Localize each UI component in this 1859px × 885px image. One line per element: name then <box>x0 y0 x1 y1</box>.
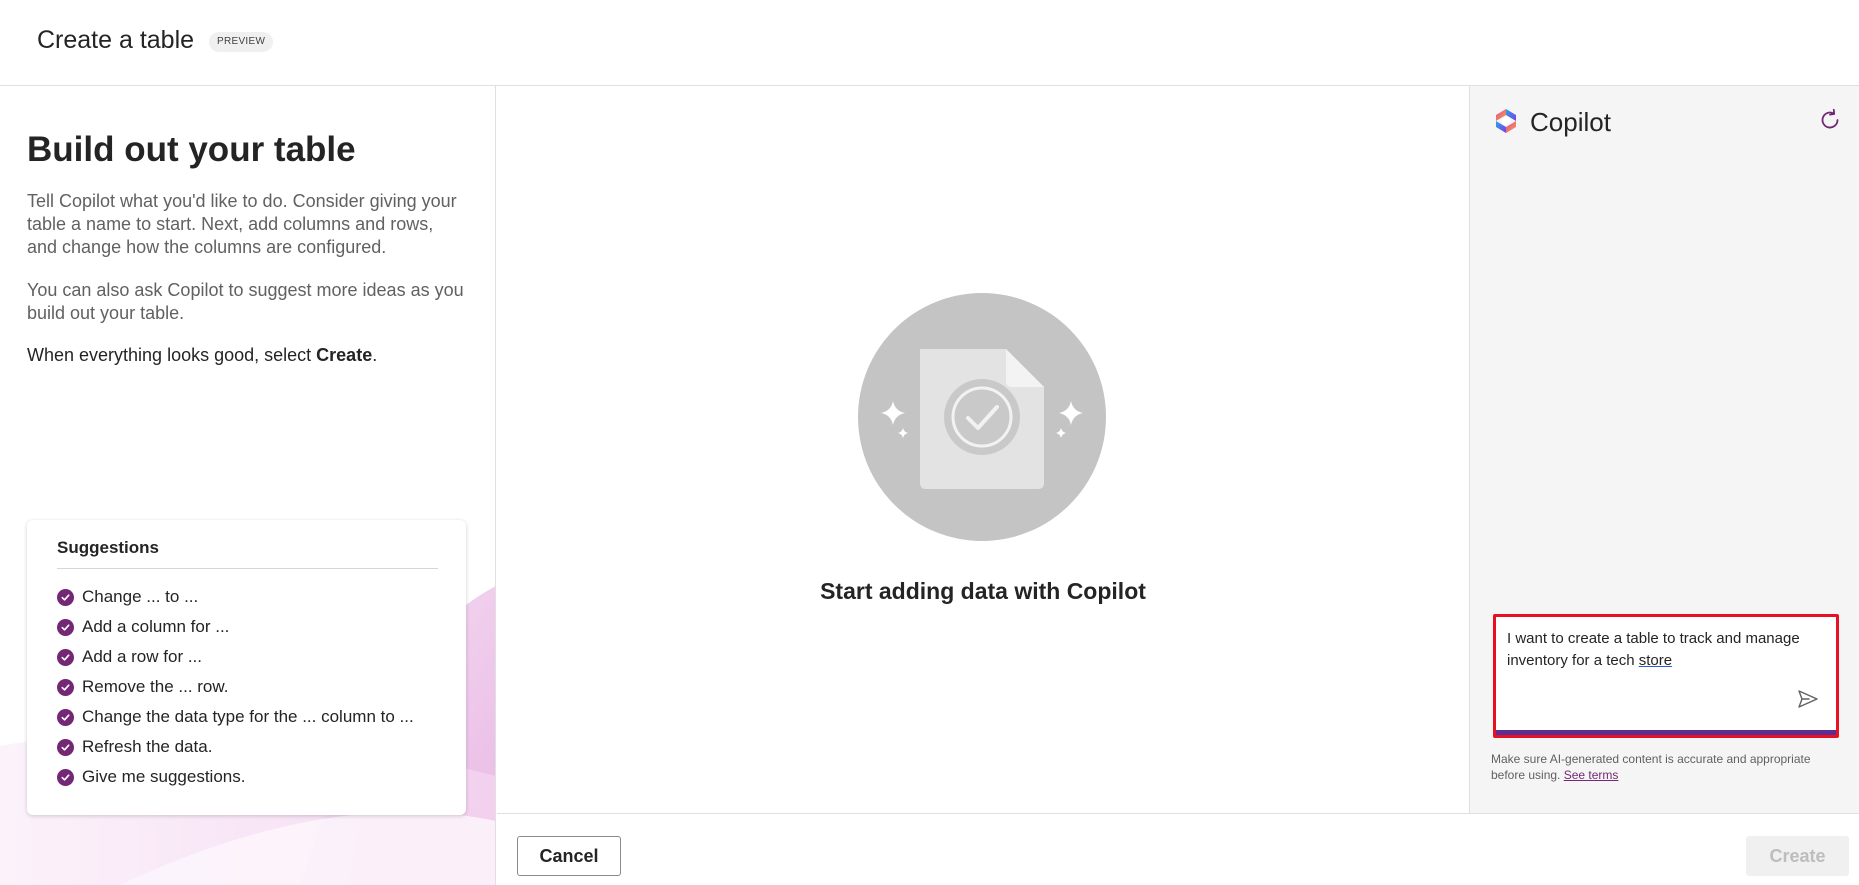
suggestion-label: Change ... to ... <box>82 587 199 606</box>
checkmark-circle-icon <box>57 618 74 636</box>
suggestion-label: Change the data type for the ... column … <box>82 707 414 726</box>
chat-input-text[interactable]: I want to create a table to track and ma… <box>1507 628 1827 672</box>
suggestion-label: Remove the ... row. <box>82 677 229 696</box>
input-focus-bar <box>1496 730 1836 735</box>
suggestion-label: Add a column for ... <box>82 617 230 636</box>
suggestion-item[interactable]: Change the data type for the ... column … <box>57 702 414 732</box>
copilot-pane: Copilot I want to create a table to trac… <box>1469 86 1859 813</box>
chat-input-text-flagged-word: store <box>1638 652 1673 669</box>
preview-badge: PREVIEW <box>209 32 274 52</box>
create-instruction-text: When everything looks good, select <box>27 345 317 365</box>
page-title: Create a table <box>37 26 195 54</box>
suggestion-item[interactable]: Refresh the data. <box>57 732 414 762</box>
table-preview-area: Start adding data with Copilot <box>497 86 1469 813</box>
checkmark-circle-icon <box>57 588 74 606</box>
create-instruction-end: . <box>372 345 378 365</box>
empty-state-caption: Start adding data with Copilot <box>820 578 1146 604</box>
suggestion-item[interactable]: Remove the ... row. <box>57 672 414 702</box>
suggestion-item[interactable]: Change ... to ... <box>57 582 414 612</box>
suggestion-label: Add a row for ... <box>82 647 202 666</box>
copilot-chat-input[interactable]: I want to create a table to track and ma… <box>1493 614 1839 738</box>
send-icon[interactable] <box>1796 687 1820 711</box>
copilot-title: Copilot <box>1530 107 1611 137</box>
refresh-icon[interactable] <box>1818 108 1842 132</box>
copilot-logo-icon <box>1496 109 1516 133</box>
checkmark-circle-icon <box>57 648 74 666</box>
suggestion-label: Refresh the data. <box>82 737 213 756</box>
intro-paragraph: Tell Copilot what you'd like to do. Cons… <box>27 191 457 257</box>
disclaimer-text: Make sure AI-generated content is accura… <box>1491 752 1811 782</box>
suggestion-item[interactable]: Give me suggestions. <box>57 762 414 792</box>
suggestions-card: Suggestions Change ... to ... Add a colu… <box>27 520 466 815</box>
panel-heading: Build out your table <box>27 130 356 169</box>
suggestion-item[interactable]: Add a row for ... <box>57 642 414 672</box>
suggestion-label: Give me suggestions. <box>82 767 246 786</box>
suggestions-title: Suggestions <box>57 538 160 557</box>
footer-bar: Cancel Create <box>497 813 1859 885</box>
create-instruction-bold: Create <box>316 345 373 365</box>
create-button[interactable]: Create <box>1746 836 1849 876</box>
checkmark-circle-icon <box>57 738 74 756</box>
suggestion-item[interactable]: Add a column for ... <box>57 612 414 642</box>
checkmark-circle-icon <box>57 708 74 726</box>
see-terms-link[interactable]: See terms <box>1564 768 1619 782</box>
document-check-icon <box>858 293 1106 541</box>
ai-disclaimer: Make sure AI-generated content is accura… <box>1491 751 1841 783</box>
create-instruction: When everything looks good, select Creat… <box>27 344 467 367</box>
checkmark-circle-icon <box>57 678 74 696</box>
header-bar: Create a table PREVIEW <box>0 0 1859 86</box>
suggestions-list: Change ... to ... Add a column for ... A… <box>57 582 414 792</box>
cancel-button[interactable]: Cancel <box>517 836 621 876</box>
left-panel: Build out your table Tell Copilot what y… <box>0 86 496 885</box>
ideas-paragraph: You can also ask Copilot to suggest more… <box>27 280 464 323</box>
suggestions-divider <box>57 568 438 569</box>
checkmark-circle-icon <box>57 768 74 786</box>
